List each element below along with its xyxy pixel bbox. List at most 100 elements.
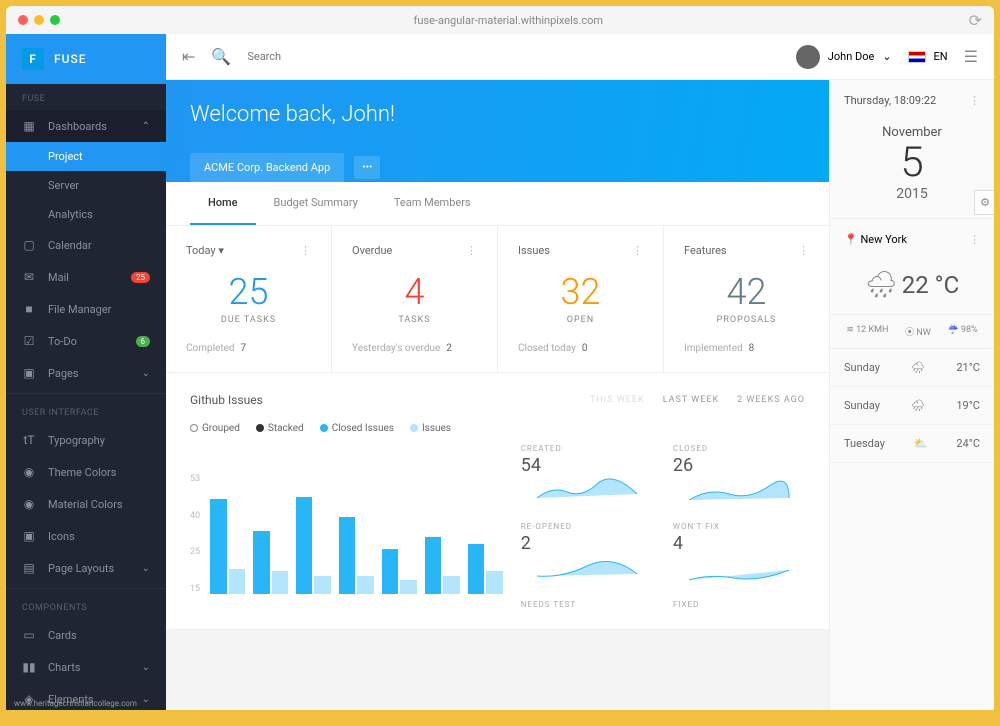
stat-value: 32 xyxy=(518,271,643,313)
more-icon[interactable]: ⋮ xyxy=(632,244,643,257)
user-name: John Doe xyxy=(828,50,875,63)
sidebar-item-calendar[interactable]: ▢ Calendar xyxy=(6,229,166,261)
compass-icon: ⦿ xyxy=(905,328,914,338)
chevron-down-icon: ⌄ xyxy=(142,563,150,574)
sidebar-label: Theme Colors xyxy=(48,466,150,479)
search-icon[interactable]: 🔍 xyxy=(211,47,231,66)
calendar-icon: ▢ xyxy=(22,238,36,252)
more-icon[interactable]: ⋮ xyxy=(466,244,477,257)
stat-issues: Issues⋮ 32 OPEN Closed today0 xyxy=(498,226,664,372)
range-lastweek[interactable]: LAST WEEK xyxy=(663,395,719,405)
sidebar-label: Mail xyxy=(48,271,119,284)
maximize-dot[interactable] xyxy=(50,15,60,25)
url-bar[interactable]: fuse-angular-material.withinpixels.com xyxy=(66,14,951,27)
stat-today: Today ▾⋮ 25 DUE TASKS Completed7 xyxy=(166,226,332,372)
forecast-row: Sunday 🌧 21°C xyxy=(830,349,994,387)
tab-home[interactable]: Home xyxy=(190,182,256,225)
stat-foot-value: 2 xyxy=(446,343,452,354)
sidebar-item-project[interactable]: Project xyxy=(6,142,166,171)
legend-closed[interactable]: Closed Issues xyxy=(320,423,394,434)
stat-overdue: Overdue⋮ 4 TASKS Yesterday's overdue2 xyxy=(332,226,498,372)
sidebar-item-todo[interactable]: ☑ To-Do 6 xyxy=(6,325,166,357)
stat-label: Today xyxy=(186,244,216,257)
sidebar-label: Dashboards xyxy=(48,120,130,133)
y-tick: 25 xyxy=(190,547,200,557)
sidebar-section-ui: USER INTERFACE xyxy=(6,398,166,424)
sidebar-item-pagelayouts[interactable]: ▤ Page Layouts ⌄ xyxy=(6,552,166,584)
sidebar-label: Icons xyxy=(48,530,150,543)
app-tab[interactable]: ACME Corp. Backend App xyxy=(190,153,344,182)
forecast-row: Sunday 🌧 19°C xyxy=(830,387,994,425)
spark-wontfix: WON'T FIX 4 xyxy=(673,522,805,586)
sidebar-item-charts[interactable]: ▮▮ Charts ⌄ xyxy=(6,651,166,683)
y-tick: 53 xyxy=(190,474,200,484)
refresh-icon[interactable]: ⟳ xyxy=(969,11,982,30)
gear-icon[interactable]: ⚙ xyxy=(974,190,994,215)
spark-created: CREATED 54 xyxy=(521,444,653,508)
language-menu[interactable]: EN xyxy=(908,50,948,63)
github-chart: Github Issues THIS WEEK LAST WEEK 2 WEEK… xyxy=(166,373,829,629)
sidebar-label: To-Do xyxy=(48,335,124,348)
more-icon[interactable]: ⋮ xyxy=(300,244,311,257)
spark-needstest: NEEDS TEST xyxy=(521,600,653,609)
chevron-down-icon[interactable]: ▾ xyxy=(218,244,224,257)
stat-value: 42 xyxy=(684,271,809,313)
more-icon[interactable]: ⋮ xyxy=(969,233,980,246)
minimize-dot[interactable] xyxy=(34,15,44,25)
sidebar-item-mail[interactable]: ✉ Mail 25 xyxy=(6,261,166,293)
tab-team[interactable]: Team Members xyxy=(376,182,489,225)
card-icon: ▭ xyxy=(22,628,36,642)
stat-label: Features xyxy=(684,244,727,257)
day: 5 xyxy=(830,140,994,186)
menu-toggle-icon[interactable]: ⇤ xyxy=(182,47,195,66)
sidebar-item-analytics[interactable]: Analytics xyxy=(6,200,166,229)
todo-badge: 6 xyxy=(136,336,151,347)
y-tick: 15 xyxy=(190,584,200,594)
close-dot[interactable] xyxy=(18,15,28,25)
tab-budget[interactable]: Budget Summary xyxy=(256,182,376,225)
browser-chrome: fuse-angular-material.withinpixels.com ⟳ xyxy=(6,6,994,34)
legend-stacked[interactable]: Stacked xyxy=(256,423,304,434)
weather-details: ≋ 12 KMH ⦿ NW ☔ 98% xyxy=(830,314,994,349)
typography-icon: tT xyxy=(22,433,36,447)
range-2weeks[interactable]: 2 WEEKS AGO xyxy=(737,395,805,405)
sidebar-item-dashboards[interactable]: ▦ Dashboards ⌃ xyxy=(6,110,166,142)
legend-grouped[interactable]: Grouped xyxy=(190,423,240,434)
spark-closed: CLOSED 26 xyxy=(673,444,805,508)
location-icon: 📍 xyxy=(844,233,858,246)
sidebar-item-cards[interactable]: ▭ Cards xyxy=(6,619,166,651)
sidebar-item-server[interactable]: Server xyxy=(6,171,166,200)
sidebar-item-materialcolors[interactable]: ◉ Material Colors xyxy=(6,488,166,520)
checkbox-icon: ☑ xyxy=(22,334,36,348)
more-icon[interactable]: ⋮ xyxy=(969,94,980,107)
stat-foot-value: 8 xyxy=(749,343,755,354)
sidebar-item-filemanager[interactable]: ■ File Manager xyxy=(6,293,166,325)
legend-issues[interactable]: Issues xyxy=(410,423,451,434)
right-panel: Thursday, 18:09:22 ⋮ November 5 2015 ⚙ 📍… xyxy=(829,80,994,710)
sidebar-item-themecolors[interactable]: ◉ Theme Colors xyxy=(6,456,166,488)
sidebar-item-pages[interactable]: ▣ Pages ⌄ xyxy=(6,357,166,389)
more-icon[interactable]: ⋮ xyxy=(798,244,809,257)
stat-label: Issues xyxy=(518,244,550,257)
more-button[interactable]: ••• xyxy=(354,156,380,179)
app-logo[interactable]: F FUSE xyxy=(6,34,166,84)
forecast-row: Tuesday ⛅ 24°C xyxy=(830,425,994,463)
stat-foot-value: 7 xyxy=(241,343,247,354)
stat-features: Features⋮ 42 PROPOSALS Implemented8 xyxy=(664,226,829,372)
y-tick: 40 xyxy=(190,511,200,521)
search-input[interactable] xyxy=(247,50,779,63)
stat-sub: TASKS xyxy=(352,315,477,325)
palette-icon: ◉ xyxy=(22,465,36,479)
range-thisweek[interactable]: THIS WEEK xyxy=(590,395,645,405)
layout-icon: ▤ xyxy=(22,561,36,575)
sidebar-item-icons[interactable]: ▣ Icons xyxy=(6,520,166,552)
stat-sub: OPEN xyxy=(518,315,643,325)
folder-icon: ■ xyxy=(22,302,36,316)
watermark: www.heritagechristiancollege.com xyxy=(14,699,137,708)
user-menu[interactable]: John Doe ⌄ xyxy=(796,45,892,69)
sidebar-item-typography[interactable]: tT Typography xyxy=(6,424,166,456)
clock-text: Thursday, 18:09:22 xyxy=(844,94,936,107)
sidebar: F FUSE FUSE ▦ Dashboards ⌃ Project Serve… xyxy=(6,34,166,710)
menu-icon[interactable]: ☰ xyxy=(964,47,978,66)
palette-icon: ◉ xyxy=(22,497,36,511)
